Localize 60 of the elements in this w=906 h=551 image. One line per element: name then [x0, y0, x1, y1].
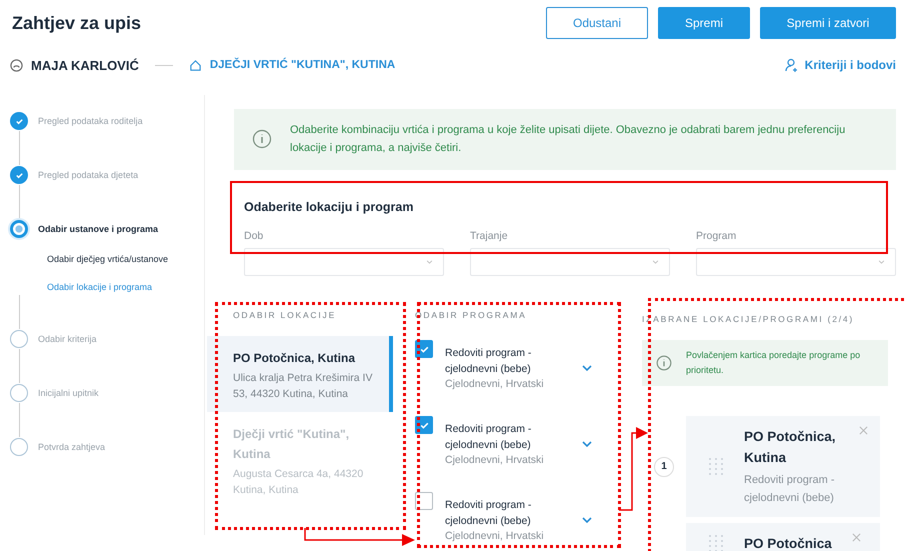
column-heading: ODABIR LOKACIJE	[232, 309, 338, 322]
chosen-card[interactable]: PO Potočnica, Kutina Redoviti program - cjelodnevni (bebe)	[686, 416, 880, 517]
info-icon	[252, 129, 272, 149]
drag-handle-icon[interactable]	[708, 534, 724, 551]
action-button[interactable]: Spremi i zatvori	[760, 7, 896, 39]
chevron-down-icon[interactable]	[582, 517, 592, 523]
chevron-down-icon[interactable]	[582, 365, 592, 371]
step-label[interactable]: Odabir ustanove i programa	[38, 224, 158, 234]
location-item[interactable]: PO Potočnica, Kutina Ulica kralja Petra Krešimira IV 53, 44320 Kutina, Kutina	[207, 336, 393, 412]
caret-icon	[878, 260, 885, 264]
person-icon	[10, 58, 23, 72]
dropdown-field[interactable]	[470, 248, 670, 276]
filter-label: Trajanje	[470, 230, 509, 242]
priority-number: 1	[654, 456, 674, 476]
card-title: PO Potočnica	[744, 535, 832, 551]
chosen-card[interactable]: PO Potočnica	[686, 523, 880, 551]
location-item[interactable]: Dječji vrtić "Kutina", Kutina Augusta Cesarca 4a, 44320 Kutina, Kutina	[207, 412, 393, 508]
program-details: Cjelodnevni, Hrvatski	[445, 452, 545, 468]
caret-icon	[652, 260, 659, 264]
add-person-icon	[784, 58, 799, 72]
card-title: PO Potočnica, Kutina	[744, 428, 837, 467]
step-label[interactable]: Pregled podataka djeteta	[38, 170, 138, 180]
column-heading: ODABIR PROGRAMA	[414, 309, 528, 322]
checkmark-icon	[14, 170, 24, 180]
criteria-link[interactable]: Kriteriji i bodovi	[784, 58, 896, 72]
action-button[interactable]: Odustani	[546, 7, 648, 39]
substep-label[interactable]: Odabir lokacije i programa	[47, 282, 152, 292]
substep-label[interactable]: Odabir dječjeg vrtića/ustanove	[47, 254, 168, 264]
program-title: Redoviti program - cjelodnevni (bebe)	[445, 422, 532, 452]
program-title: Redoviti program - cjelodnevni (bebe)	[445, 346, 532, 376]
filter-label: Dob	[244, 230, 264, 242]
home-icon	[188, 58, 202, 72]
program-details: Cjelodnevni, Hrvatski	[445, 376, 545, 392]
info-text: Odaberite kombinaciju vrtića i programa u koje želite upisati dijete. Obavezno je odabrati barem jednu preferenciju lokacije i programa, a najviše četiri.	[290, 123, 846, 156]
step-label[interactable]: Odabir kriterija	[38, 334, 97, 344]
close-icon[interactable]	[859, 426, 868, 435]
section-title: Odaberite lokaciju i program	[244, 200, 414, 214]
program-details: Cjelodnevni, Hrvatski	[445, 528, 545, 544]
card-program: Redoviti program - cjelodnevni (bebe)	[744, 473, 836, 506]
checkbox[interactable]	[415, 492, 433, 510]
filter-label: Program	[696, 230, 738, 242]
action-button[interactable]: Spremi	[658, 7, 750, 39]
checkmark-icon	[14, 116, 24, 126]
step-label[interactable]: Inicijalni upitnik	[38, 388, 99, 398]
child-name: MAJA KARLOVIĆ	[31, 58, 139, 72]
dropdown-field[interactable]	[244, 248, 444, 276]
institution-name: DJEČJI VRTIĆ "KUTINA", KUTINA	[210, 59, 396, 71]
page-title: Zahtjev za upis	[12, 12, 142, 34]
checkbox[interactable]	[415, 340, 433, 358]
drag-handle-icon[interactable]	[708, 456, 724, 476]
hint-text: Povlačenjem kartica poredajte programe po prioritetu.	[686, 349, 862, 377]
step-label[interactable]: Potvrda zahtjeva	[38, 442, 106, 452]
checkbox[interactable]	[415, 416, 433, 434]
close-icon[interactable]	[852, 533, 861, 542]
program-title: Redoviti program - cjelodnevni (bebe)	[445, 498, 532, 528]
dropdown-field[interactable]	[696, 248, 896, 276]
info-icon	[656, 355, 672, 371]
caret-icon	[426, 260, 433, 264]
chevron-down-icon[interactable]	[582, 441, 592, 447]
step-label[interactable]: Pregled podataka roditelja	[38, 116, 143, 126]
